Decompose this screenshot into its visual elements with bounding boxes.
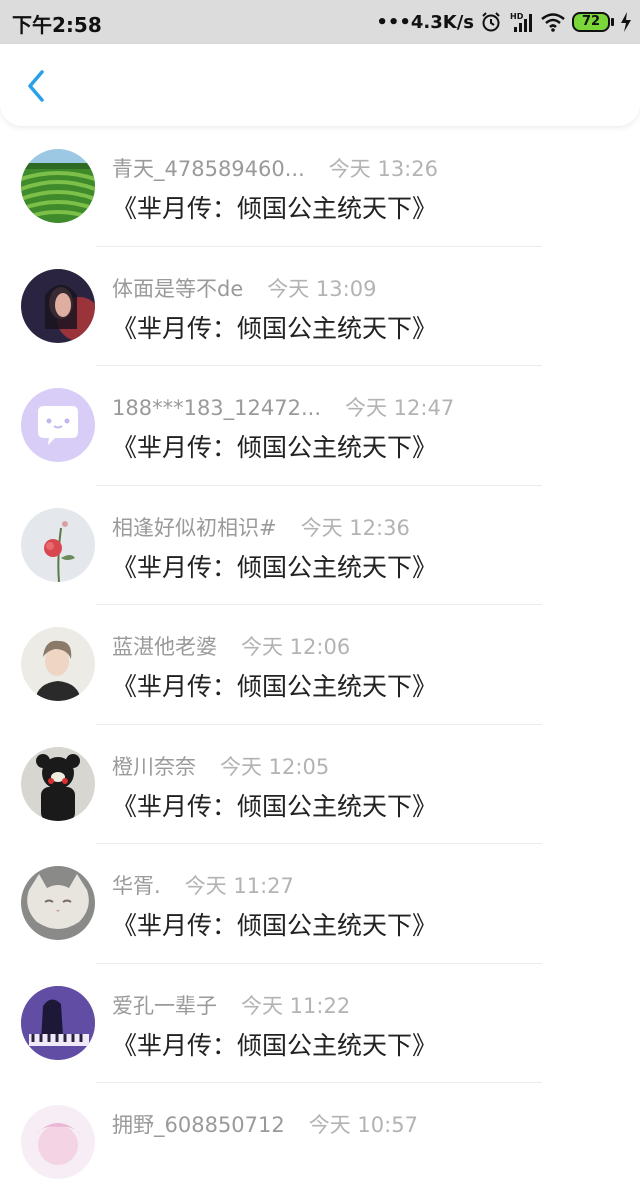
avatar[interactable] (21, 746, 95, 821)
avatar[interactable] (21, 1105, 95, 1179)
avatar[interactable] (21, 985, 95, 1060)
charging-icon (620, 11, 632, 33)
avatar[interactable] (21, 627, 95, 701)
avatar[interactable] (21, 268, 95, 343)
timestamp: 今天 12:06 (241, 635, 351, 659)
message-text: 《芈月传：倾国公主统天下》 (112, 672, 438, 701)
list-item[interactable]: 蓝湛他老婆 今天 12:06 《芈月传：倾国公主统天下》 (0, 605, 640, 725)
avatar[interactable] (21, 866, 95, 940)
message-text: 《芈月传：倾国公主统天下》 (112, 911, 438, 940)
back-button[interactable] (18, 66, 54, 106)
svg-text:HD: HD (510, 12, 524, 21)
navigation-bar (0, 44, 640, 126)
avatar[interactable] (21, 149, 95, 223)
network-speed: •••4.3K/s (376, 11, 474, 33)
battery-level: 72 (572, 12, 610, 32)
timestamp: 今天 11:27 (184, 874, 294, 898)
timestamp: 今天 12:05 (220, 754, 330, 779)
hd-signal-icon: HD (508, 11, 534, 33)
timestamp: 今天 11:22 (241, 993, 351, 1018)
list-item[interactable]: 拥野_608850712 今天 10:57 (0, 1083, 640, 1203)
list-item[interactable]: 188***183_12472... 今天 12:47 《芈月传：倾国公主统天下》 (0, 366, 640, 486)
chevron-left-icon (28, 70, 44, 102)
wifi-icon (540, 11, 566, 33)
status-icons: •••4.3K/s HD 72 (376, 8, 632, 36)
status-bar: 下午2:58 •••4.3K/s HD 72 (0, 0, 640, 44)
list-item[interactable]: 体面是等不de 今天 13:09 《芈月传：倾国公主统天下》 (0, 247, 640, 366)
username[interactable]: 188***183_12472... (112, 396, 321, 420)
timestamp: 今天 12:47 (345, 396, 455, 420)
message-text: 《芈月传：倾国公主统天下》 (112, 791, 438, 821)
username[interactable]: 爱孔一辈子 (112, 994, 217, 1018)
username[interactable]: 拥野_608850712 (112, 1113, 285, 1137)
timestamp: 今天 13:09 (267, 276, 377, 301)
message-text: 《芈月传：倾国公主统天下》 (112, 313, 438, 343)
alarm-icon (480, 11, 502, 33)
avatar[interactable] (21, 507, 95, 582)
message-text: 《芈月传：倾国公主统天下》 (112, 194, 438, 223)
list-item[interactable]: 爱孔一辈子 今天 11:22 《芈月传：倾国公主统天下》 (0, 964, 640, 1083)
message-text: 《芈月传：倾国公主统天下》 (112, 1030, 438, 1060)
timestamp: 今天 12:36 (300, 515, 410, 540)
username[interactable]: 蓝湛他老婆 (112, 635, 217, 659)
list-item[interactable]: 华胥. 今天 11:27 《芈月传：倾国公主统天下》 (0, 844, 640, 964)
username[interactable]: 华胥. (112, 874, 161, 898)
message-list: 青天_478589460... 今天 13:26 《芈月传：倾国公主统天下》 体面… (0, 127, 640, 1203)
message-text: 《芈月传：倾国公主统天下》 (112, 433, 438, 462)
status-time: 下午2:58 (12, 13, 102, 37)
avatar[interactable] (21, 388, 95, 462)
message-text: 《芈月传：倾国公主统天下》 (112, 552, 438, 582)
username[interactable]: 相逢好似初相识# (112, 516, 277, 540)
list-item[interactable]: 青天_478589460... 今天 13:26 《芈月传：倾国公主统天下》 (0, 127, 640, 247)
battery-icon: 72 (572, 12, 614, 32)
timestamp: 今天 10:57 (308, 1113, 418, 1137)
username[interactable]: 青天_478589460... (112, 157, 305, 181)
timestamp: 今天 13:26 (328, 157, 438, 181)
list-item[interactable]: 相逢好似初相识# 今天 12:36 《芈月传：倾国公主统天下》 (0, 486, 640, 605)
username[interactable]: 体面是等不de (112, 277, 243, 301)
username[interactable]: 橙川奈奈 (112, 755, 196, 779)
list-item[interactable]: 橙川奈奈 今天 12:05 《芈月传：倾国公主统天下》 (0, 725, 640, 844)
